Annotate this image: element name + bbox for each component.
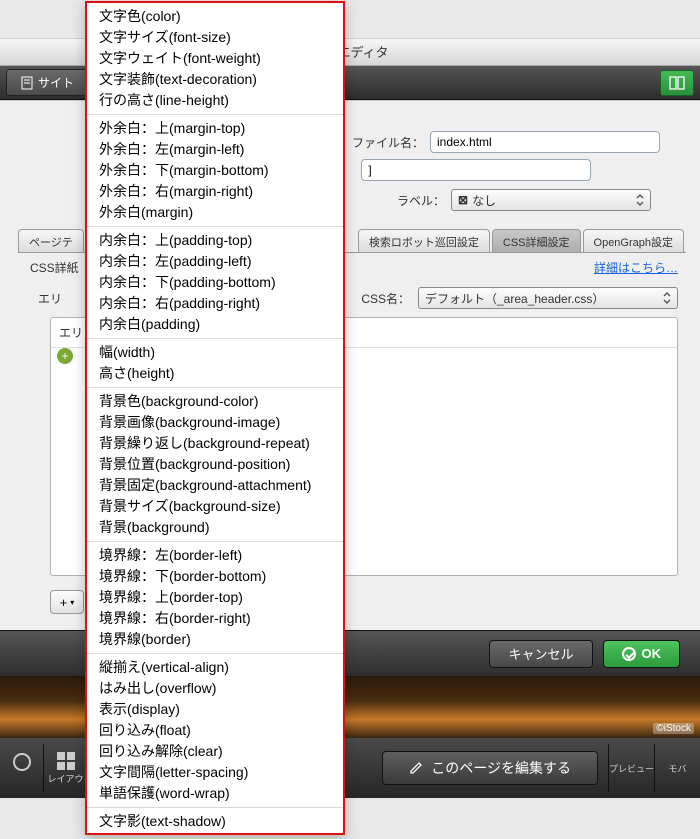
ok-button[interactable]: OK	[603, 640, 681, 668]
triangle-down-icon: ▾	[70, 598, 74, 607]
pencil-icon	[409, 761, 423, 775]
dropdown-item[interactable]: 内余白：右(padding-right)	[87, 293, 343, 314]
image-credit: ©iStock	[653, 723, 694, 734]
dropdown-item[interactable]: 回り込み解除(clear)	[87, 741, 343, 762]
book-button[interactable]	[660, 70, 694, 96]
dropdown-item[interactable]: 背景サイズ(background-size)	[87, 496, 343, 517]
chevron-updown-icon	[634, 194, 646, 206]
dropdown-item[interactable]: 背景繰り返し(background-repeat)	[87, 433, 343, 454]
plus-label: +	[60, 595, 68, 610]
label-label: ラベル：	[397, 192, 445, 209]
label-row: ラベル： ⊠ なし	[397, 189, 682, 211]
dropdown-item[interactable]: 内余白：上(padding-top)	[87, 230, 343, 251]
dropdown-item[interactable]: 背景位置(background-position)	[87, 454, 343, 475]
book-icon	[669, 76, 685, 90]
secondary-input[interactable]	[361, 159, 591, 181]
dropdown-item[interactable]: 文字ウェイト(font-weight)	[87, 48, 343, 69]
page-icon	[21, 76, 33, 90]
detail-link[interactable]: 詳細はこちら…	[594, 259, 678, 276]
dropdown-item[interactable]: 境界線：左(border-left)	[87, 545, 343, 566]
label-select[interactable]: ⊠ なし	[451, 189, 651, 211]
tab-opengraph[interactable]: OpenGraph設定	[583, 229, 684, 252]
dropdown-group: 文字影(text-shadow)ボックス影(box-shadow)角丸(bord…	[87, 807, 343, 835]
dropdown-item[interactable]: 背景(background)	[87, 517, 343, 538]
tab-page[interactable]: ページテ	[18, 229, 84, 252]
gear-icon	[13, 753, 31, 771]
dropdown-group: 内余白：上(padding-top)内余白：左(padding-left)内余白…	[87, 226, 343, 338]
css-section-label: CSS詳紙	[30, 259, 79, 276]
css-property-dropdown[interactable]: 文字色(color)文字サイズ(font-size)文字ウェイト(font-we…	[85, 1, 345, 835]
add-rule-icon[interactable]: +	[57, 348, 73, 364]
dropdown-item[interactable]: 回り込み(float)	[87, 720, 343, 741]
dropdown-item[interactable]: 内余白(padding)	[87, 314, 343, 335]
dropdown-item[interactable]: 文字影(text-shadow)	[87, 811, 343, 832]
filename-row: ファイル名：	[352, 131, 682, 153]
preview-label: プレビュー	[609, 762, 654, 775]
secondary-label	[352, 163, 355, 177]
none-mark-icon: ⊠	[458, 193, 468, 207]
cssname-select[interactable]: デフォルト（_area_header.css）	[418, 287, 678, 309]
tab-css-detail[interactable]: CSS詳細設定	[492, 229, 581, 252]
cssname-label: CSS名：	[361, 290, 410, 307]
dropdown-item[interactable]: 境界線：下(border-bottom)	[87, 566, 343, 587]
mobile-nav-button[interactable]: モバ	[654, 744, 700, 792]
area-label: エリ	[38, 290, 62, 307]
dropdown-group: 外余白：上(margin-top)外余白：左(margin-left)外余白：下…	[87, 114, 343, 226]
filename-label: ファイル名：	[352, 134, 424, 151]
dropdown-item[interactable]: 幅(width)	[87, 342, 343, 363]
dropdown-item[interactable]: 文字間隔(letter-spacing)	[87, 762, 343, 783]
dropdown-item[interactable]: 単語保護(word-wrap)	[87, 783, 343, 804]
dropdown-item[interactable]: 外余白(margin)	[87, 202, 343, 223]
dropdown-item[interactable]: 境界線(border)	[87, 629, 343, 650]
dropdown-item[interactable]: 外余白：左(margin-left)	[87, 139, 343, 160]
layout-nav-button[interactable]: レイアウ	[44, 744, 88, 792]
dropdown-item[interactable]: 縦揃え(vertical-align)	[87, 657, 343, 678]
dropdown-item[interactable]: 背景画像(background-image)	[87, 412, 343, 433]
add-property-button[interactable]: + ▾	[50, 590, 84, 614]
dropdown-item[interactable]: 文字装飾(text-decoration)	[87, 69, 343, 90]
dropdown-item[interactable]: 文字サイズ(font-size)	[87, 27, 343, 48]
label-select-value: なし	[472, 192, 496, 209]
mobile-label: モバ	[668, 762, 686, 775]
dropdown-item[interactable]: 内余白：下(padding-bottom)	[87, 272, 343, 293]
site-tab-label: サイト	[38, 74, 74, 91]
dropdown-item[interactable]: 境界線：右(border-right)	[87, 608, 343, 629]
dropdown-item[interactable]: 文字色(color)	[87, 6, 343, 27]
site-tab[interactable]: サイト	[6, 69, 89, 96]
dropdown-item[interactable]: はみ出し(overflow)	[87, 678, 343, 699]
dropdown-item[interactable]: 背景色(background-color)	[87, 391, 343, 412]
dropdown-item[interactable]: 内余白：左(padding-left)	[87, 251, 343, 272]
dropdown-group: 縦揃え(vertical-align)はみ出し(overflow)表示(disp…	[87, 653, 343, 807]
cancel-button[interactable]: キャンセル	[489, 640, 592, 668]
dropdown-group: 幅(width)高さ(height)	[87, 338, 343, 387]
filename-input[interactable]	[430, 131, 660, 153]
dropdown-item[interactable]: 境界線：上(border-top)	[87, 587, 343, 608]
secondary-row	[352, 159, 682, 181]
dropdown-item[interactable]: 行の高さ(line-height)	[87, 90, 343, 111]
layout-label: レイアウ	[47, 772, 83, 785]
check-icon	[622, 647, 636, 661]
grid-icon	[57, 752, 75, 770]
dropdown-group: 背景色(background-color)背景画像(background-ima…	[87, 387, 343, 541]
dropdown-group: 境界線：左(border-left)境界線：下(border-bottom)境界…	[87, 541, 343, 653]
tab-robots[interactable]: 検索ロボット巡回設定	[358, 229, 490, 252]
dropdown-item[interactable]: 外余白：下(margin-bottom)	[87, 160, 343, 181]
dropdown-item[interactable]: 高さ(height)	[87, 363, 343, 384]
settings-nav-button[interactable]	[0, 744, 44, 792]
dropdown-item[interactable]: 外余白：右(margin-right)	[87, 181, 343, 202]
dropdown-item[interactable]: 背景固定(background-attachment)	[87, 475, 343, 496]
dropdown-item[interactable]: ボックス影(box-shadow)	[87, 832, 343, 835]
dropdown-item[interactable]: 外余白：上(margin-top)	[87, 118, 343, 139]
chevron-updown-icon	[661, 292, 673, 304]
preview-nav-button[interactable]: プレビュー	[608, 744, 654, 792]
edit-page-button[interactable]: このページを編集する	[382, 751, 598, 785]
dropdown-item[interactable]: 表示(display)	[87, 699, 343, 720]
dropdown-group: 文字色(color)文字サイズ(font-size)文字ウェイト(font-we…	[87, 3, 343, 114]
cssname-select-value: デフォルト（_area_header.css）	[425, 290, 604, 307]
